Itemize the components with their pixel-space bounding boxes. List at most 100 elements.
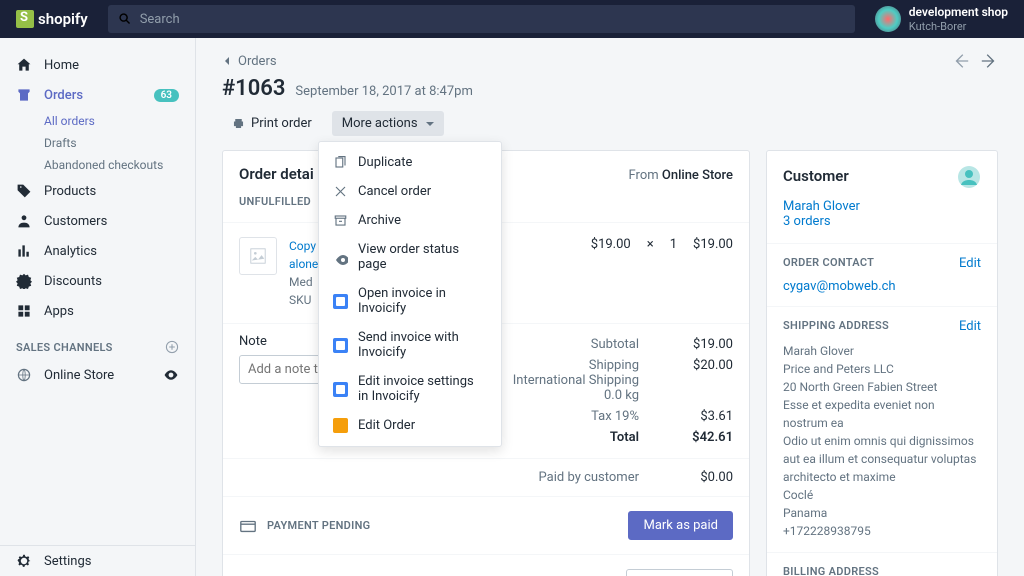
order-nav-arrows <box>952 52 998 70</box>
copy-icon <box>333 155 348 170</box>
start-fulfilling-button[interactable]: Start fulfilling <box>626 569 733 576</box>
x-icon <box>333 184 348 199</box>
order-from: From Online Store <box>629 168 733 183</box>
sidebar-item-orders[interactable]: Orders 63 <box>0 80 195 110</box>
sidebar-item-home[interactable]: Home <box>0 50 195 80</box>
dropdown-send-invoice[interactable]: Send invoice with Invoicify <box>319 323 501 367</box>
paid-label: Paid by customer <box>239 470 639 485</box>
payment-pending-strip: PAYMENT PENDING Mark as paid <box>223 496 749 554</box>
product-link[interactable]: Copy <box>289 239 316 253</box>
dropdown-edit-invoice-settings[interactable]: Edit invoice settings in Invoicify <box>319 367 501 411</box>
fulfill-strip: 1 ITEM TO FULFILL Start fulfilling <box>223 554 749 576</box>
app-icon <box>333 382 348 397</box>
paid-section: Paid by customer $0.00 <box>223 458 749 496</box>
customer-orders-link[interactable]: 3 orders <box>783 214 831 229</box>
mark-as-paid-button[interactable]: Mark as paid <box>628 511 733 540</box>
line-total: $19.00 <box>693 237 733 252</box>
arrow-left-icon[interactable] <box>952 52 970 70</box>
sidebar-item-discounts[interactable]: Discounts <box>0 266 195 296</box>
shop-menu[interactable]: development shop Kutch-Borer <box>875 5 1008 33</box>
customer-icon <box>16 213 32 229</box>
product-variant: Med <box>289 275 313 289</box>
shopify-wordmark: shopify <box>38 10 88 28</box>
tax-value: $3.61 <box>669 409 733 424</box>
sidebar-item-label: Apps <box>44 304 74 319</box>
chevron-left-icon <box>222 56 232 66</box>
credit-card-icon <box>239 517 257 535</box>
dropdown-open-invoice[interactable]: Open invoice in Invoicify <box>319 279 501 323</box>
sidebar-item-label: Customers <box>44 214 107 229</box>
paid-value: $0.00 <box>669 470 733 485</box>
more-actions-button[interactable]: More actions <box>332 111 444 136</box>
billing-address-label: BILLING ADDRESS <box>783 565 879 576</box>
search-input[interactable]: Search <box>108 5 855 33</box>
archive-icon <box>333 213 348 228</box>
app-icon <box>333 418 348 433</box>
print-label: Print order <box>251 116 312 131</box>
sidebar-item-label: Orders <box>44 88 83 103</box>
sidebar-item-label: Settings <box>44 554 91 569</box>
customer-email[interactable]: cygav@mobweb.ch <box>783 279 896 294</box>
home-icon <box>16 57 32 73</box>
sidebar-item-label: Analytics <box>44 244 97 259</box>
sidebar-item-customers[interactable]: Customers <box>0 206 195 236</box>
back-to-orders[interactable]: Orders <box>222 54 277 69</box>
shopify-logo[interactable]: shopify <box>16 10 88 28</box>
order-contact-label: ORDER CONTACT <box>783 256 874 271</box>
sidebar-item-label: Home <box>44 58 79 73</box>
shipping-address-label: SHIPPING ADDRESS <box>783 319 889 334</box>
print-order-button[interactable]: Print order <box>222 111 322 136</box>
shipping-address: Marah Glover Price and Peters LLC 20 Nor… <box>783 342 981 540</box>
shop-name: development shop <box>909 5 1008 19</box>
sidebar-item-online-store[interactable]: Online Store <box>0 360 195 390</box>
sidebar-sub-abandoned[interactable]: Abandoned checkouts <box>0 154 195 176</box>
product-sku: SKU <box>289 293 311 307</box>
app-icon <box>333 338 348 353</box>
arrow-right-icon[interactable] <box>980 52 998 70</box>
dropdown-view-status[interactable]: View order status page <box>319 235 501 279</box>
app-icon <box>333 294 348 309</box>
edit-shipping-button[interactable]: Edit <box>959 319 981 334</box>
sidebar-item-products[interactable]: Products <box>0 176 195 206</box>
order-details-title: Order detai <box>239 165 314 183</box>
sidebar-item-label: Online Store <box>44 368 114 383</box>
store-icon <box>16 367 32 383</box>
discount-icon <box>16 273 32 289</box>
orders-badge: 63 <box>154 89 179 102</box>
printer-icon <box>232 117 245 130</box>
sales-channels-header: SALES CHANNELS <box>0 326 195 360</box>
product-link[interactable]: alone <box>289 257 318 271</box>
shop-avatar <box>875 6 901 32</box>
product-thumbnail[interactable] <box>239 237 277 275</box>
dropdown-edit-order[interactable]: Edit Order <box>319 411 501 440</box>
customer-card: Customer Marah Glover 3 orders ORDER CON… <box>766 150 998 576</box>
edit-contact-button[interactable]: Edit <box>959 256 981 271</box>
customer-name-link[interactable]: Marah Glover <box>783 199 860 214</box>
more-actions-dropdown: Duplicate Cancel order Archive View orde… <box>318 141 502 447</box>
quantity: 1 <box>670 237 677 252</box>
search-placeholder: Search <box>140 12 180 27</box>
shipping-value: $20.00 <box>669 358 733 403</box>
topbar: shopify Search development shop Kutch-Bo… <box>0 0 1024 38</box>
dropdown-duplicate[interactable]: Duplicate <box>319 148 501 177</box>
tag-icon <box>16 183 32 199</box>
item-price-row: $19.00 × 1 $19.00 <box>591 237 733 252</box>
sidebar-sub-drafts[interactable]: Drafts <box>0 132 195 154</box>
sidebar-item-settings[interactable]: Settings <box>0 546 195 576</box>
sidebar-sub-all-orders[interactable]: All orders <box>0 110 195 132</box>
shop-subtitle: Kutch-Borer <box>909 20 1008 33</box>
back-label: Orders <box>238 54 277 69</box>
subtotal-value: $19.00 <box>669 337 733 352</box>
dropdown-archive[interactable]: Archive <box>319 206 501 235</box>
plus-circle-icon[interactable] <box>165 340 179 354</box>
multiply-icon: × <box>647 237 654 252</box>
sidebar-item-apps[interactable]: Apps <box>0 296 195 326</box>
sidebar-item-label: Products <box>44 184 96 199</box>
sidebar-item-analytics[interactable]: Analytics <box>0 236 195 266</box>
dropdown-cancel[interactable]: Cancel order <box>319 177 501 206</box>
eye-icon[interactable] <box>163 367 179 383</box>
page-title: #1063 <box>222 76 285 101</box>
customer-title: Customer <box>783 167 849 185</box>
sidebar: Home Orders 63 All orders Drafts Abandon… <box>0 38 196 576</box>
sidebar-item-label: Discounts <box>44 274 102 289</box>
